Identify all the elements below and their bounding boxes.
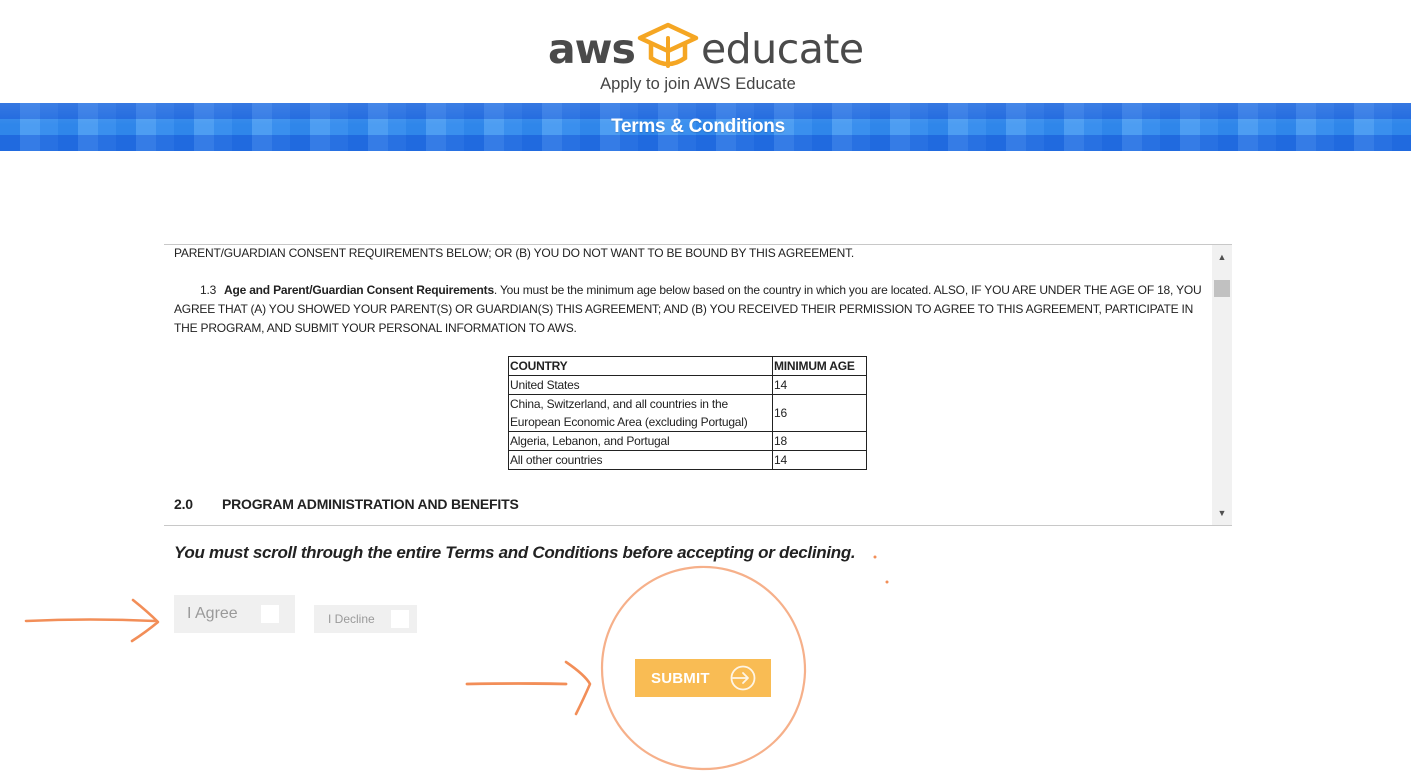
scroll-notice: You must scroll through the entire Terms…: [174, 543, 856, 562]
minimum-age-table: COUNTRY MINIMUM AGE United States 14 Chi…: [508, 356, 867, 470]
aws-educate-logo: aws educate: [548, 14, 864, 70]
agree-checkbox[interactable]: [261, 605, 279, 623]
section-number: 1.3: [200, 283, 217, 297]
terms-scrollbar[interactable]: ▲ ▼: [1212, 245, 1232, 525]
section-title: PROGRAM ADMINISTRATION AND BENEFITS: [222, 496, 519, 512]
terms-section-1-3: 1.3 Age and Parent/Guardian Consent Requi…: [174, 281, 1210, 338]
table-header-row: COUNTRY MINIMUM AGE: [508, 356, 867, 376]
scroll-up-arrow-icon[interactable]: ▲: [1212, 247, 1232, 267]
annotation-arrow-submit: [465, 682, 568, 686]
arrow-circle-icon: [730, 665, 756, 691]
terms-banner: Terms & Conditions: [0, 103, 1411, 151]
table-row: China, Switzerland, and all countries in…: [508, 394, 867, 432]
table-header-country: COUNTRY: [508, 356, 773, 376]
annotation-arrow-agree: [24, 618, 157, 623]
section-number: 2.0: [174, 496, 193, 512]
annotation-arrowhead-agree: [130, 598, 160, 643]
table-cell-age: 16: [772, 394, 867, 432]
table-cell-country: United States: [508, 375, 773, 395]
agree-option[interactable]: I Agree: [174, 595, 295, 633]
table-row: United States 14: [508, 375, 867, 395]
annotation-dot: [873, 555, 877, 559]
banner-title: Terms & Conditions: [611, 116, 785, 137]
graduation-cap-icon: [637, 22, 699, 68]
terms-section-2-0: 2.0 PROGRAM ADMINISTRATION AND BENEFITS: [174, 495, 519, 514]
decline-label: I Decline: [328, 612, 375, 626]
table-cell-country: All other countries: [508, 450, 773, 470]
table-row: Algeria, Lebanon, and Portugal 18: [508, 431, 867, 451]
table-row: All other countries 14: [508, 450, 867, 470]
logo-text-educate: educate: [700, 25, 864, 73]
table-cell-age: 18: [772, 431, 867, 451]
logo-text-aws: aws: [548, 25, 636, 73]
submit-button[interactable]: SUBMIT: [635, 659, 771, 697]
decline-option[interactable]: I Decline: [314, 605, 417, 633]
table-cell-country: Algeria, Lebanon, and Portugal: [508, 431, 773, 451]
submit-label: SUBMIT: [651, 669, 710, 687]
scroll-down-arrow-icon[interactable]: ▼: [1212, 503, 1232, 523]
annotation-dot: [885, 580, 889, 584]
terms-top-line: PARENT/GUARDIAN CONSENT REQUIREMENTS BEL…: [174, 246, 855, 260]
table-cell-age: 14: [772, 375, 867, 395]
table-cell-age: 14: [772, 450, 867, 470]
table-header-min-age: MINIMUM AGE: [772, 356, 867, 376]
terms-scroll-box[interactable]: PARENT/GUARDIAN CONSENT REQUIREMENTS BEL…: [164, 244, 1232, 526]
scrollbar-thumb[interactable]: [1214, 280, 1230, 297]
agree-label: I Agree: [187, 605, 238, 622]
decline-checkbox[interactable]: [391, 610, 409, 628]
table-cell-country: China, Switzerland, and all countries in…: [508, 394, 773, 432]
annotation-arrowhead-submit: [564, 660, 592, 716]
page-subtitle: Apply to join AWS Educate: [600, 75, 796, 93]
section-heading: Age and Parent/Guardian Consent Requirem…: [224, 283, 494, 297]
